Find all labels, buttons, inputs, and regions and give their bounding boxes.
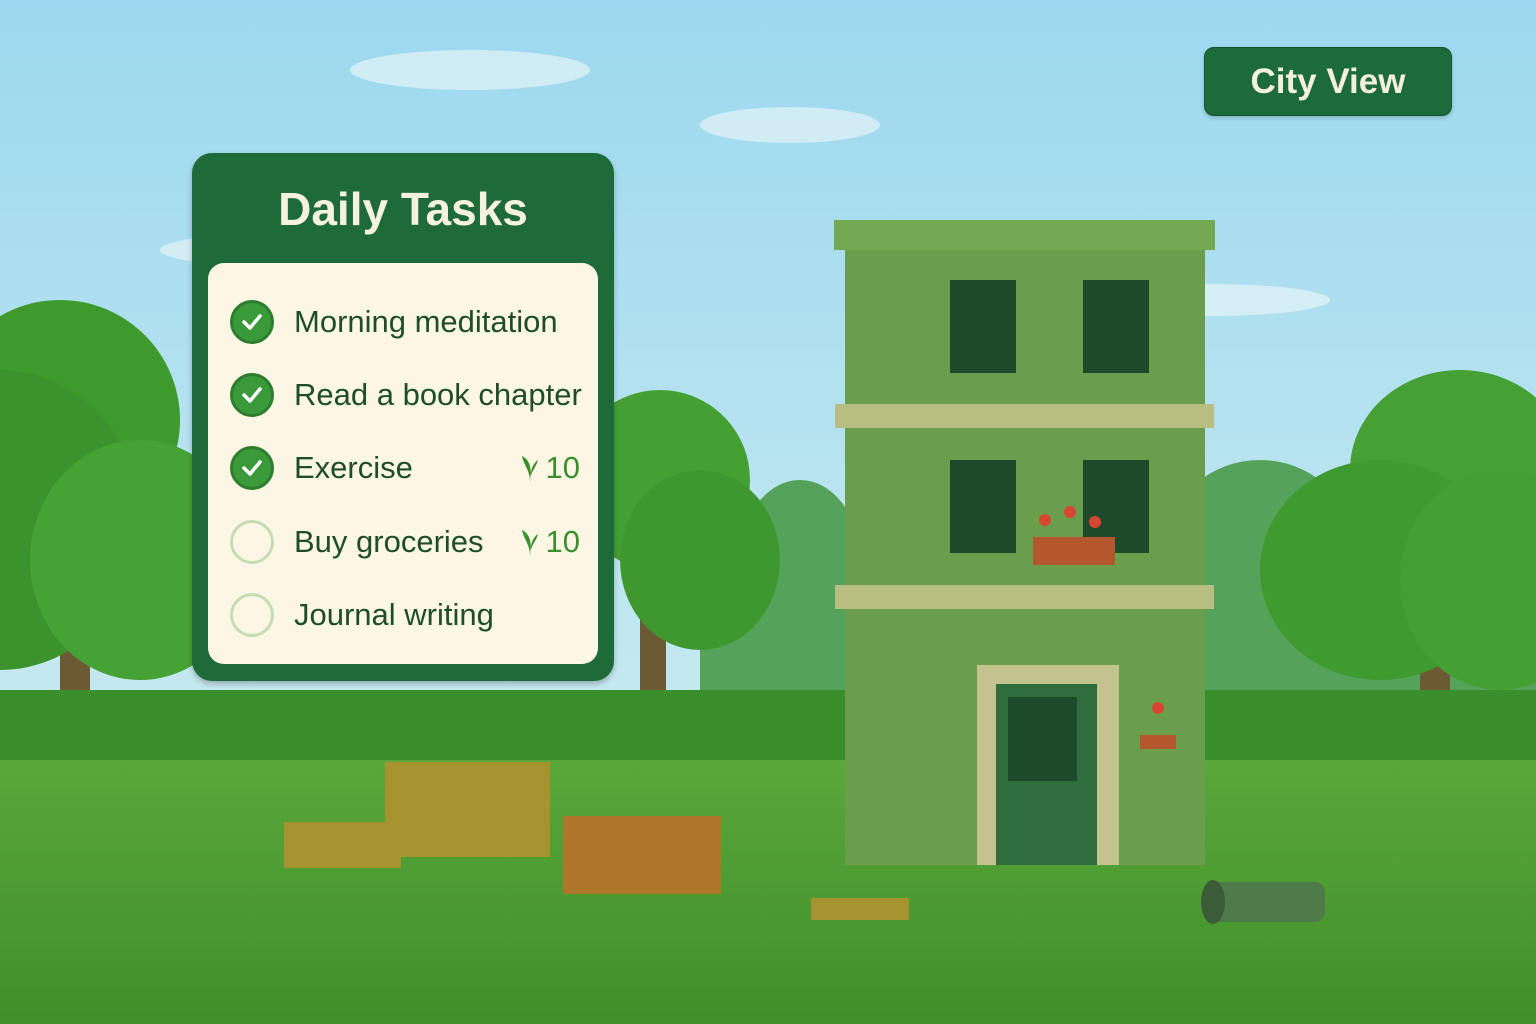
unchecked-checkbox-icon[interactable]	[230, 593, 274, 637]
task-item[interactable]: Journal writing	[208, 585, 598, 645]
panel-title: Daily Tasks	[278, 183, 528, 235]
unchecked-checkbox-icon[interactable]	[230, 520, 274, 564]
checked-checkbox-icon[interactable]	[230, 300, 274, 344]
task-item[interactable]: Exercise 10	[208, 438, 598, 498]
task-item[interactable]: Buy groceries 10	[208, 512, 598, 572]
leaf-icon	[521, 456, 538, 482]
green-building[interactable]	[834, 220, 1215, 865]
city-view-button[interactable]: City View	[1204, 47, 1452, 116]
task-label: Buy groceries	[294, 524, 484, 559]
task-reward: 10	[518, 450, 580, 486]
reward-value: 10	[545, 450, 580, 485]
task-label: Morning meditation	[294, 304, 558, 339]
task-list: Morning meditation Read a book chapter E…	[208, 263, 598, 664]
reward-value: 10	[545, 524, 580, 559]
checked-checkbox-icon[interactable]	[230, 373, 274, 417]
task-label: Exercise	[294, 450, 413, 485]
bushes	[0, 690, 1536, 770]
leaf-icon	[521, 530, 538, 556]
task-item[interactable]: Read a book chapter	[208, 365, 598, 425]
pipe	[1201, 880, 1325, 924]
task-label: Journal writing	[294, 597, 494, 632]
task-reward: 10	[518, 524, 580, 560]
task-label: Read a book chapter	[294, 377, 582, 412]
checked-checkbox-icon[interactable]	[230, 446, 274, 490]
task-item[interactable]: Morning meditation	[208, 292, 598, 352]
